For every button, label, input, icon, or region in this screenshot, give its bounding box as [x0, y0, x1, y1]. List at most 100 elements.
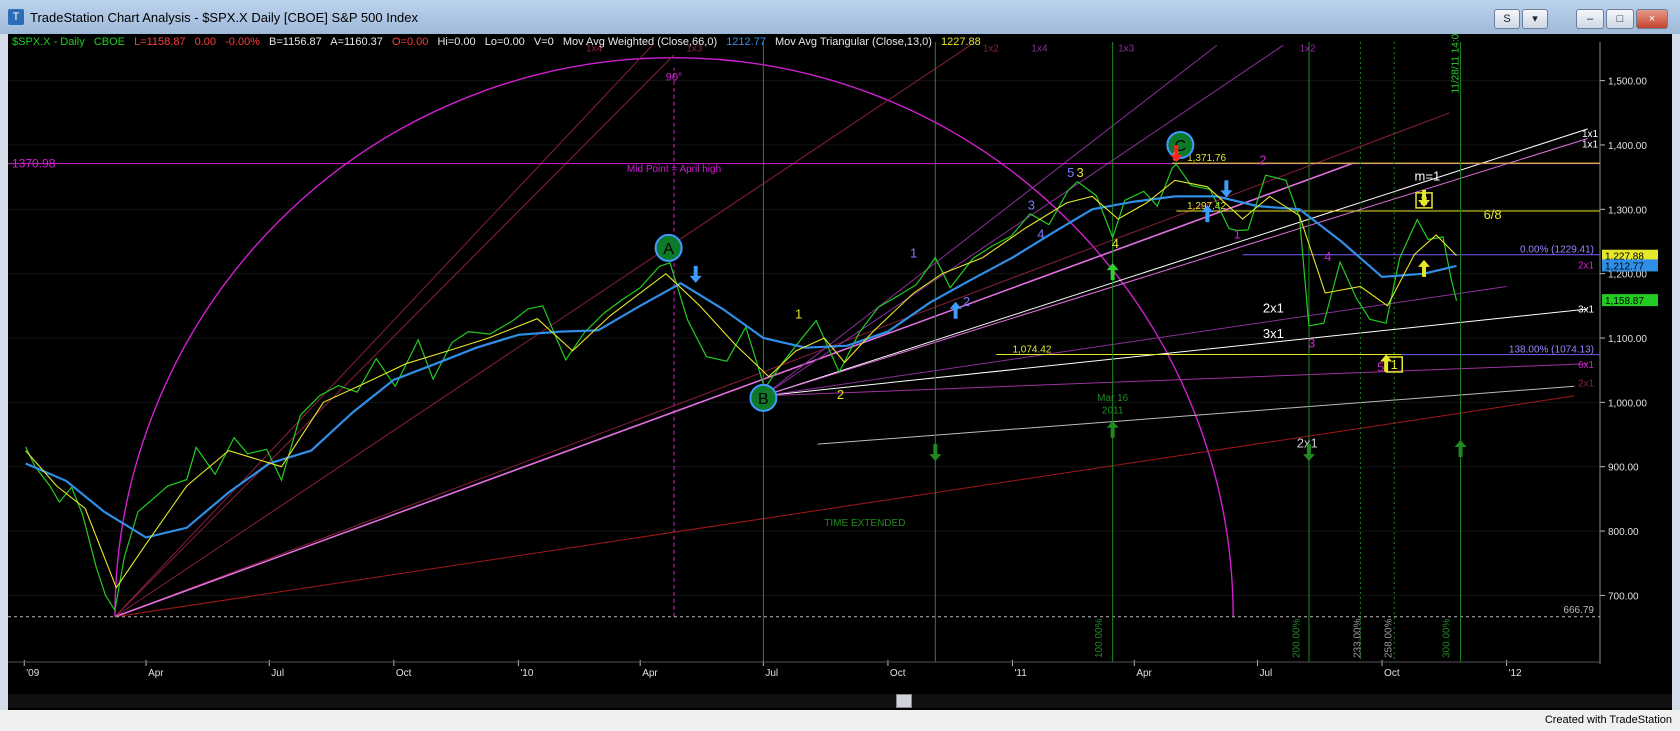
wave-label: 3 — [1308, 336, 1315, 351]
time-scrollbar[interactable] — [8, 694, 1672, 708]
header-vol: V=0 — [533, 36, 554, 48]
symbol-menu-button[interactable]: S — [1494, 9, 1520, 29]
header-ask: A=1160.37 — [330, 36, 383, 48]
chart-area[interactable]: 1,500.00 1,400.00 1,300.00 1,200.00 1,100.00… — [8, 28, 1672, 710]
hline-label-fib-high: 1,371.76 — [1187, 153, 1226, 164]
y-tick-label: 1,000.00 — [1608, 398, 1647, 409]
time-pct-label: 300.00% — [1442, 618, 1453, 658]
x-tick-label: Jul — [765, 668, 778, 679]
x-tick-label: Apr — [1136, 668, 1152, 679]
close-button[interactable]: × — [1636, 9, 1668, 29]
header-ma2-value: 1227.88 — [941, 36, 981, 48]
wave-label: 2 — [963, 294, 970, 309]
midpoint-label: Mid Point = April high — [627, 164, 721, 175]
window-menu-button[interactable]: ▾ — [1522, 9, 1548, 29]
restore-button[interactable]: □ — [1606, 9, 1634, 29]
gann-label: m=1 — [1415, 168, 1441, 183]
app-icon: T — [8, 9, 24, 25]
status-bar: Created with TradeStation — [0, 710, 1680, 731]
gann-label: 1x3 — [1118, 44, 1135, 55]
time-pct-label: 233.00% — [1352, 618, 1363, 658]
minimize-button[interactable]: – — [1576, 9, 1604, 29]
y-tick-label: 700.00 — [1608, 591, 1639, 602]
vertical-date-label: 11/28/11 14:00 — [1451, 34, 1462, 93]
wave-label: 3 — [1077, 165, 1084, 180]
price-chart[interactable]: 1,500.001,400.001,300.001,200.001,100.00… — [8, 28, 1672, 710]
y-tick-label: 800.00 — [1608, 527, 1639, 538]
wave-box-label: 1 — [1391, 357, 1398, 372]
header-exchange: CBOE — [93, 36, 125, 48]
fan-line-b — [763, 44, 1218, 397]
ma-weighted-line — [25, 195, 1457, 539]
wave-label: 5 — [1377, 359, 1384, 374]
y-tick-label: 1,400.00 — [1608, 141, 1647, 152]
y-tick-label: 1,100.00 — [1608, 334, 1647, 345]
wave-label: 2 — [1259, 152, 1266, 167]
window-title: TradeStation Chart Analysis - $SPX.X Dai… — [30, 10, 419, 25]
trendline-magenta — [114, 162, 1354, 618]
fan-line-b — [763, 138, 1588, 397]
price-label-text: 1,158.87 — [1605, 296, 1644, 307]
gann-arc — [114, 56, 1234, 617]
wave-label: 3 — [1028, 197, 1035, 212]
x-tick-label: Oct — [1384, 668, 1400, 679]
chart-header: $SPX.X - Daily CBOE L=1158.87 0.00 -0.00… — [12, 36, 987, 48]
x-tick-label: '12 — [1509, 668, 1522, 679]
time-pct-label: 200.00% — [1291, 618, 1302, 658]
header-open: O=0.00 — [391, 36, 429, 48]
header-pct: -0.00% — [225, 36, 260, 48]
fan-line-b — [763, 44, 1284, 397]
fan-line-b — [763, 286, 1507, 397]
x-tick-label: Apr — [148, 668, 164, 679]
wave-label: 2 — [837, 387, 844, 402]
wave-label: 1 — [910, 246, 917, 261]
wave-label: 4 — [1324, 249, 1331, 264]
time-pct-label: 258.00% — [1384, 618, 1395, 658]
gann-label: 3x1 — [1263, 326, 1284, 341]
hline-label-april-high: 1370.98 — [12, 157, 56, 171]
x-tick-label: Jul — [1260, 668, 1273, 679]
application-window: T TradeStation Chart Analysis - $SPX.X D… — [0, 0, 1680, 731]
x-tick-label: Oct — [396, 668, 412, 679]
gann-label: 6/8 — [1484, 207, 1502, 222]
time-pct-label: 100.00% — [1094, 618, 1105, 658]
wave-label: 4 — [1112, 236, 1119, 251]
x-tick-label: Apr — [642, 668, 658, 679]
fan-line-b — [763, 128, 1588, 397]
scroll-thumb[interactable] — [896, 694, 912, 708]
gann-label: 1x2 — [1299, 44, 1316, 55]
hline-label-138: 138.00% (1074.13) — [1509, 345, 1594, 356]
gann-label: 3x1 — [1578, 304, 1595, 315]
credit-text: Created with TradeStation — [1544, 714, 1672, 726]
header-ma1-value: 1212.77 — [726, 36, 766, 48]
x-tick-label: Oct — [890, 668, 906, 679]
x-tick-label: '09 — [26, 668, 39, 679]
hline-label-low: 666.79 — [1563, 605, 1594, 616]
header-ma1-name: Mov Avg Weighted (Close,66,0) — [562, 36, 718, 48]
fan-line-b — [763, 308, 1588, 397]
header-hi: Hi=0.00 — [437, 36, 476, 48]
wave-label: 4 — [1037, 226, 1044, 241]
header-lo: Lo=0.00 — [484, 36, 525, 48]
date-label-mar16: Mar 16 — [1097, 393, 1129, 404]
header-symbol: $SPX.X - Daily — [12, 36, 85, 48]
x-tick-label: '11 — [1014, 668, 1027, 679]
gann-label: 2x1 — [1263, 300, 1284, 315]
title-bar[interactable]: T TradeStation Chart Analysis - $SPX.X D… — [0, 0, 1680, 34]
angle-label: 90° — [666, 72, 683, 84]
wave-label: 1 — [795, 307, 802, 322]
y-tick-label: 1,300.00 — [1608, 205, 1647, 216]
arrow-down-blue-icon — [1220, 180, 1233, 198]
header-change: 0.00 — [194, 36, 217, 48]
wave-label-a: A — [663, 241, 674, 258]
date-label-year: 2011 — [1102, 405, 1124, 416]
gann-label: 6x1 — [1578, 360, 1595, 371]
hline-label-1074: 1,074.42 — [1012, 344, 1051, 355]
header-bid: B=1156.87 — [269, 36, 322, 48]
arrow-up-green-icon — [1106, 420, 1119, 438]
header-last: L=1158.87 — [134, 36, 186, 48]
gann-fan-line — [114, 54, 675, 618]
time-extended-label: TIME EXTENDED — [824, 518, 905, 529]
x-tick-label: '10 — [520, 668, 533, 679]
gann-label: 2x1 — [1578, 378, 1595, 389]
